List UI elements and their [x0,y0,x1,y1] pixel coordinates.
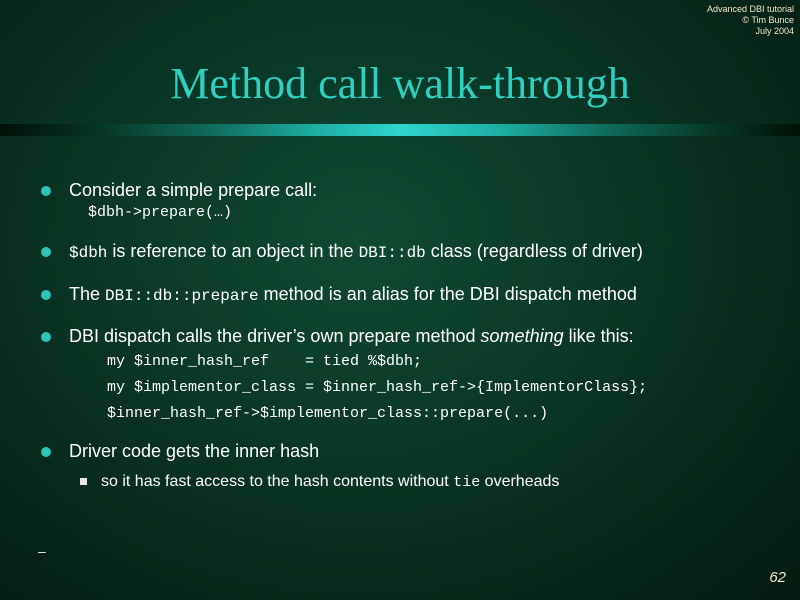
bullet-item: $dbh is reference to an object in the DB… [38,240,778,262]
bullet-text-segment: is reference to an object in the [107,241,359,261]
sub-bullet-item: so it has fast access to the hash conten… [80,472,780,492]
inline-code: DBI::db::prepare [105,287,259,305]
bullet-text-segment: DBI dispatch calls the driver’s own prep… [69,326,481,346]
emphasis-text: something [480,326,564,346]
inline-code: $dbh [69,244,108,262]
footer-dash: – [38,543,46,559]
bullet-dot-icon [41,290,51,300]
bullet-text-segment: Driver code gets the inner hash [69,441,320,461]
page-number: 62 [769,569,786,586]
bullet-item: Driver code gets the inner hash [38,440,778,462]
bullet-dot-icon [41,186,51,196]
inline-code: tie [453,474,481,491]
bullet-dot-icon [41,247,51,257]
bullet-text: $dbh is reference to an object in the DB… [69,240,643,264]
square-bullet-icon [80,478,87,485]
bullet-text-segment: so it has fast access to the hash conten… [101,473,454,490]
bullet-text-segment: class (regardless of driver) [425,241,643,261]
bullet-text: DBI dispatch calls the driver’s own prep… [69,325,634,347]
bullet-text: The DBI::db::prepare method is an alias … [69,283,637,307]
bullet-text-segment: Consider a simple prepare call: [69,180,318,200]
bullet-text-segment: The [69,284,106,304]
inline-code: DBI::db [358,244,426,262]
bullet-text: Consider a simple prepare call: [69,179,317,201]
bullet-text-segment: method is an alias for the DBI dispatch … [258,284,637,304]
code-line: $inner_hash_ref->$implementor_class::pre… [107,405,549,422]
bullet-text-segment: overheads [480,473,560,490]
inline-code-example: $dbh->prepare(…) [88,204,233,221]
bullet-dot-icon [41,332,51,342]
bullet-item: DBI dispatch calls the driver’s own prep… [38,325,778,347]
code-line: my $inner_hash_ref = tied %$dbh; [107,353,423,370]
bullet-text: Driver code gets the inner hash [69,440,319,462]
bullet-text-segment: like this: [563,326,634,346]
sub-bullet-text: so it has fast access to the hash conten… [101,472,559,493]
bullet-list: Consider a simple prepare call: $dbh->pr… [0,0,800,600]
bullet-item: The DBI::db::prepare method is an alias … [38,283,778,305]
code-line: my $implementor_class = $inner_hash_ref-… [107,379,648,396]
bullet-dot-icon [41,447,51,457]
